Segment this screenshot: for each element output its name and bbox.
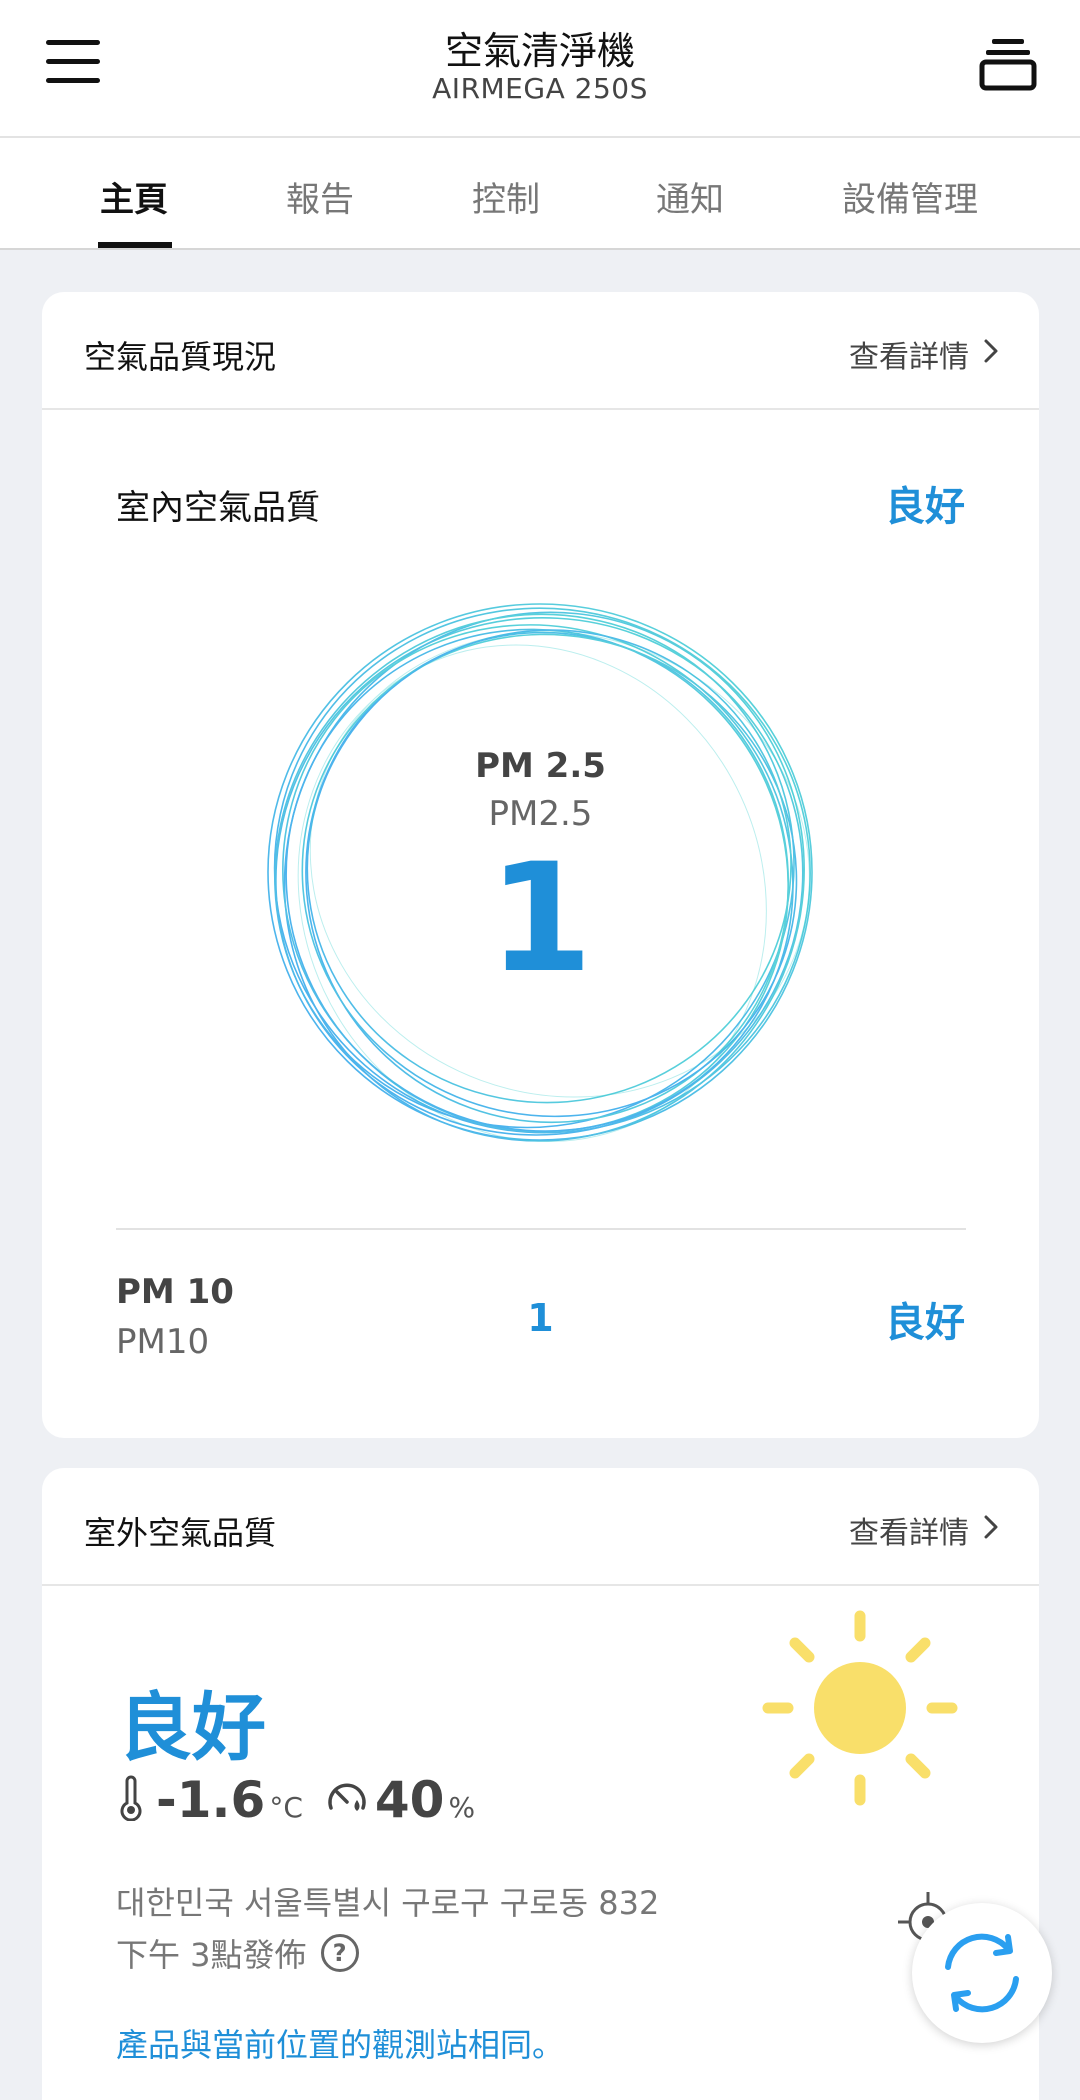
tab-home[interactable]: 主頁: [100, 172, 168, 221]
indoor-air-quality-label: 室內空氣品質: [116, 488, 320, 528]
temperature-unit: °C: [269, 1790, 303, 1824]
tab-control[interactable]: 控制: [472, 172, 540, 221]
station-note: 產品與當前位置的觀測站相同。: [116, 2026, 565, 2064]
pm25-subtitle: PM2.5: [488, 794, 593, 834]
air-quality-card: 空氣品質現況 查看詳情 室內空氣品質 良好 PM 2.5 PM2.5 1 PM …: [42, 292, 1039, 1438]
indoor-status: 良好: [885, 484, 965, 530]
view-details-link[interactable]: 查看詳情: [849, 332, 999, 376]
question-circle-icon[interactable]: ?: [320, 1934, 359, 1972]
page-title: 空氣清淨機: [444, 29, 635, 73]
card-title: 室外空氣品質: [84, 1514, 277, 1552]
card-title: 空氣品質現況: [84, 338, 277, 376]
tab-notification[interactable]: 通知: [656, 172, 724, 221]
humidity-unit: %: [448, 1790, 476, 1824]
tab-report[interactable]: 報告: [286, 172, 354, 221]
pm25-value: 1: [488, 832, 593, 1006]
chevron-right-icon: [983, 1513, 999, 1548]
chevron-right-icon: [983, 337, 999, 372]
temperature-value: -1.6: [156, 1771, 266, 1829]
publish-time-row: 下午 3點發佈 ?: [116, 1930, 359, 1976]
device-stack-icon[interactable]: [978, 36, 1038, 92]
divider: [116, 1228, 966, 1230]
humidity-gauge-icon: [325, 1776, 369, 1824]
outdoor-status: 良好: [118, 1685, 266, 1771]
card-header: 空氣品質現況 查看詳情: [42, 292, 1039, 410]
publish-time: 下午 3點發佈: [116, 1936, 307, 1974]
sun-icon: [762, 1610, 958, 1806]
thermometer-icon: [116, 1775, 146, 1825]
tab-device-management[interactable]: 設備管理: [842, 172, 978, 221]
active-tab-indicator: [98, 242, 172, 248]
pm10-status: 良好: [885, 1300, 965, 1346]
humidity-value: 40: [374, 1771, 445, 1829]
card-header: 室外空氣品質 查看詳情: [42, 1468, 1039, 1586]
weather-readings: -1.6 °C 40 %: [116, 1770, 475, 1830]
pm25-title: PM 2.5: [475, 746, 606, 786]
station-address: 대한민국 서울특별시 구로구 구로동 832: [116, 1884, 660, 1922]
device-model: AIRMEGA 250S: [432, 72, 648, 105]
view-details-link[interactable]: 查看詳情: [849, 1508, 999, 1552]
app-header: 空氣清淨機 AIRMEGA 250S: [0, 0, 1080, 138]
refresh-button[interactable]: [912, 1903, 1052, 2043]
refresh-icon: [945, 1933, 1019, 2013]
view-details-label: 查看詳情: [849, 1516, 969, 1551]
outdoor-air-quality-card: 室外空氣品質 查看詳情 良好 -1.6 °C 40 % 대한민국 서울특별시 구…: [42, 1468, 1039, 2100]
view-details-label: 查看詳情: [849, 340, 969, 375]
tab-bar: 主頁 報告 控制 通知 設備管理: [0, 138, 1080, 250]
